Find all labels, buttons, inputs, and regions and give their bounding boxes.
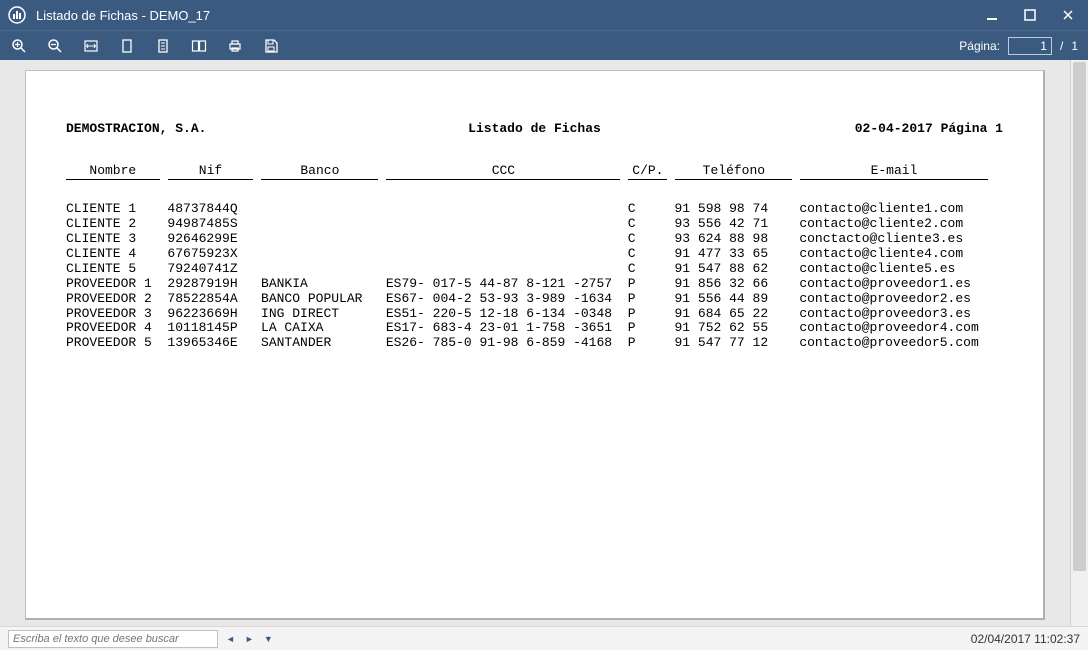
- report-page: DEMOSTRACION, S.A. Listado de Fichas 02-…: [25, 70, 1045, 620]
- data-rows: CLIENTE 1 48737844Q C 91 598 98 74 conta…: [66, 202, 1003, 351]
- column-headers: NombreNifBancoCCCC/P.TeléfonoE-mail: [66, 164, 1003, 180]
- fit-width-icon[interactable]: [82, 37, 100, 55]
- report-header: DEMOSTRACION, S.A. Listado de Fichas 02-…: [66, 121, 1003, 136]
- zoom-out-icon[interactable]: [46, 37, 64, 55]
- document-viewport: DEMOSTRACION, S.A. Listado de Fichas 02-…: [0, 60, 1088, 626]
- vertical-scrollbar[interactable]: [1070, 60, 1088, 626]
- statusbar: ◄ ► ▼ 02/04/2017 11:02:37: [0, 626, 1088, 650]
- page-outline-icon[interactable]: [154, 37, 172, 55]
- window-title: Listado de Fichas - DEMO_17: [36, 8, 210, 23]
- zoom-in-icon[interactable]: [10, 37, 28, 55]
- search-dropdown-icon[interactable]: ▼: [262, 634, 275, 644]
- titlebar: Listado de Fichas - DEMO_17: [0, 0, 1088, 30]
- page-total: 1: [1071, 39, 1078, 53]
- minimize-button[interactable]: [978, 5, 1006, 25]
- facing-pages-icon[interactable]: [190, 37, 208, 55]
- page-indicator: Página: / 1: [959, 37, 1078, 55]
- report-title: Listado de Fichas: [378, 121, 690, 136]
- search-input[interactable]: [8, 630, 218, 648]
- search-next-icon[interactable]: ►: [243, 634, 256, 644]
- page-number-input[interactable]: [1008, 37, 1052, 55]
- search-prev-icon[interactable]: ◄: [224, 634, 237, 644]
- save-icon[interactable]: [262, 37, 280, 55]
- page-separator: /: [1060, 39, 1063, 53]
- status-datetime: 02/04/2017 11:02:37: [971, 632, 1080, 646]
- app-window: Listado de Fichas - DEMO_17: [0, 0, 1088, 650]
- scrollbar-thumb[interactable]: [1073, 62, 1086, 571]
- print-icon[interactable]: [226, 37, 244, 55]
- close-button[interactable]: [1054, 5, 1082, 25]
- report-company: DEMOSTRACION, S.A.: [66, 121, 378, 136]
- toolbar: Página: / 1: [0, 30, 1088, 60]
- report-date-page: 02-04-2017 Página 1: [691, 121, 1003, 136]
- page-label: Página:: [959, 39, 1000, 53]
- app-icon: [8, 6, 26, 24]
- maximize-button[interactable]: [1016, 5, 1044, 25]
- single-page-icon[interactable]: [118, 37, 136, 55]
